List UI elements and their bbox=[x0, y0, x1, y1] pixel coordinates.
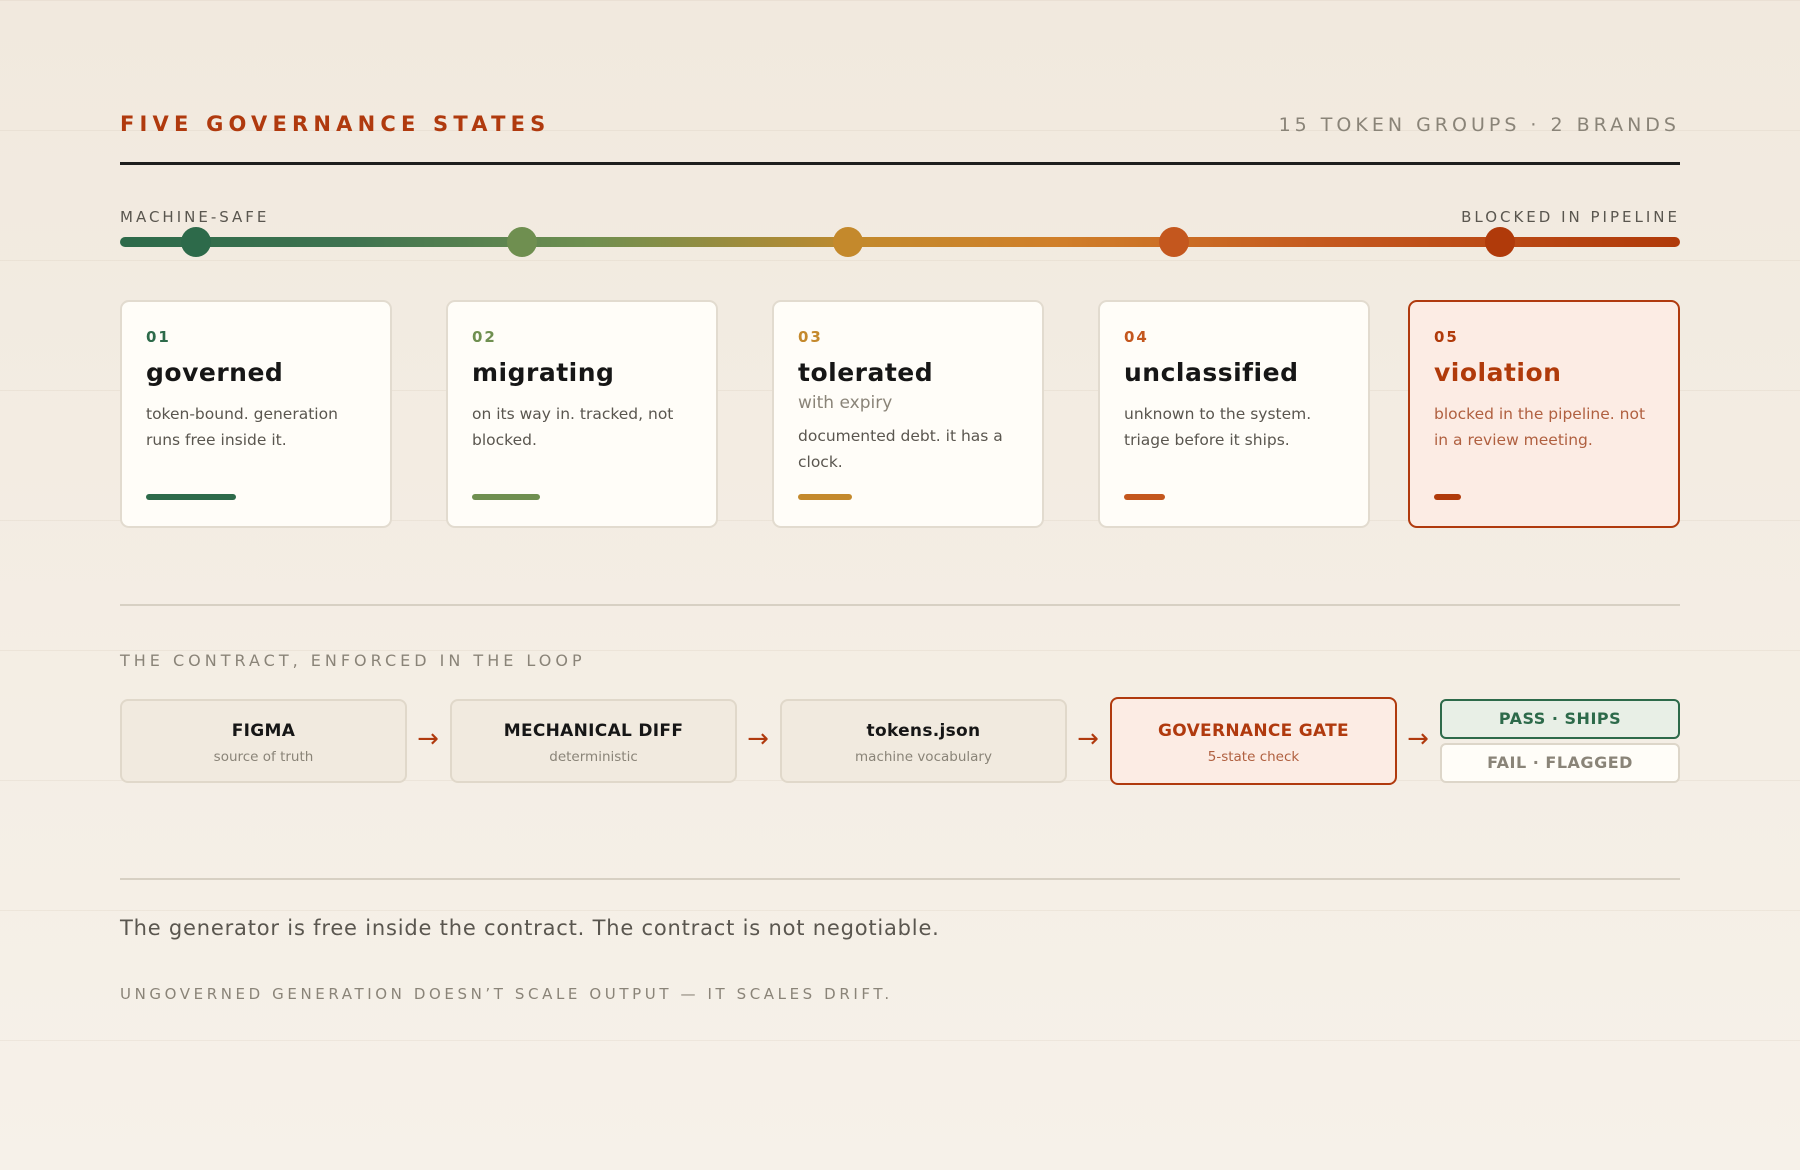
step-label: GOVERNANCE GATE bbox=[1158, 721, 1349, 741]
state-title: unclassified bbox=[1124, 358, 1299, 387]
outcome-fail: FAIL · FLAGGED bbox=[1440, 743, 1680, 783]
step-sub: 5-state check bbox=[1207, 749, 1300, 765]
outcome-pass: PASS · SHIPS bbox=[1440, 699, 1680, 739]
state-card-tolerated: 03 tolerated with expiry documented debt… bbox=[772, 300, 1044, 528]
state-description: documented debt. it has a clock. bbox=[798, 427, 1003, 471]
state-description: blocked in the pipeline. not in a review… bbox=[1434, 405, 1646, 449]
pipeline-step-mechanical-diff: MECHANICAL DIFF deterministic bbox=[450, 699, 737, 783]
state-title: violation bbox=[1434, 358, 1562, 387]
arrow-right-icon: → bbox=[747, 724, 769, 754]
pipeline-step-tokens-json: tokens.json machine vocabulary bbox=[780, 699, 1067, 783]
state-card-governed: 01 governed token-bound. generation runs… bbox=[120, 300, 392, 528]
state-title: migrating bbox=[472, 358, 615, 387]
step-label: FIGMA bbox=[231, 721, 296, 741]
pipeline-step-figma: FIGMA source of truth bbox=[120, 699, 407, 783]
step-sub: source of truth bbox=[213, 749, 314, 765]
spectrum-left-label: MACHINE-SAFE bbox=[120, 208, 270, 226]
arrow-right-icon: → bbox=[1077, 724, 1099, 754]
state-dot-violation bbox=[1485, 227, 1515, 257]
state-dot-migrating bbox=[507, 227, 537, 257]
state-description: token-bound. generation runs free inside… bbox=[146, 405, 338, 449]
arrow-right-icon: → bbox=[1407, 724, 1429, 754]
state-description: unknown to the system. triage before it … bbox=[1124, 405, 1312, 449]
step-label: tokens.json bbox=[866, 721, 981, 741]
state-number: 02 bbox=[472, 328, 497, 346]
state-bar bbox=[1124, 494, 1165, 500]
step-label: MECHANICAL DIFF bbox=[503, 721, 684, 741]
state-number: 01 bbox=[146, 328, 171, 346]
header-rule bbox=[120, 162, 1680, 165]
state-title: governed bbox=[146, 358, 284, 387]
section-divider bbox=[120, 604, 1680, 606]
arrow-right-icon: → bbox=[417, 724, 439, 754]
state-bar bbox=[1434, 494, 1461, 500]
step-sub: deterministic bbox=[549, 749, 638, 765]
state-card-violation: 05 violation blocked in the pipeline. no… bbox=[1408, 300, 1680, 528]
state-number: 04 bbox=[1124, 328, 1149, 346]
state-description: on its way in. tracked, not blocked. bbox=[472, 405, 674, 449]
state-number: 03 bbox=[798, 328, 823, 346]
page-title: FIVE GOVERNANCE STATES bbox=[120, 112, 551, 136]
step-sub: machine vocabulary bbox=[855, 749, 992, 765]
footnote: UNGOVERNED GENERATION DOESN’T SCALE OUTP… bbox=[120, 985, 893, 1003]
pipeline-step-governance-gate: GOVERNANCE GATE 5-state check bbox=[1110, 697, 1397, 785]
section-divider bbox=[120, 878, 1680, 880]
state-dot-unclassified bbox=[1159, 227, 1189, 257]
state-card-migrating: 02 migrating on its way in. tracked, not… bbox=[446, 300, 718, 528]
tagline: The generator is free inside the contrac… bbox=[120, 916, 940, 940]
state-bar bbox=[146, 494, 236, 500]
state-bar bbox=[472, 494, 540, 500]
header-meta: 15 TOKEN GROUPS · 2 BRANDS bbox=[1278, 114, 1680, 136]
state-number: 05 bbox=[1434, 328, 1459, 346]
state-title: tolerated bbox=[798, 358, 934, 387]
state-dot-governed bbox=[181, 227, 211, 257]
spectrum-bar bbox=[120, 237, 1680, 247]
state-dot-tolerated bbox=[833, 227, 863, 257]
state-card-unclassified: 04 unclassified unknown to the system. t… bbox=[1098, 300, 1370, 528]
spectrum-right-label: BLOCKED IN PIPELINE bbox=[1461, 208, 1680, 226]
pipeline-heading: THE CONTRACT, ENFORCED IN THE LOOP bbox=[120, 651, 586, 670]
governance-diagram: FIVE GOVERNANCE STATES 15 TOKEN GROUPS ·… bbox=[120, 0, 1680, 1170]
header: FIVE GOVERNANCE STATES 15 TOKEN GROUPS ·… bbox=[120, 112, 1680, 142]
state-bar bbox=[798, 494, 852, 500]
state-subtitle: with expiry bbox=[798, 393, 893, 413]
